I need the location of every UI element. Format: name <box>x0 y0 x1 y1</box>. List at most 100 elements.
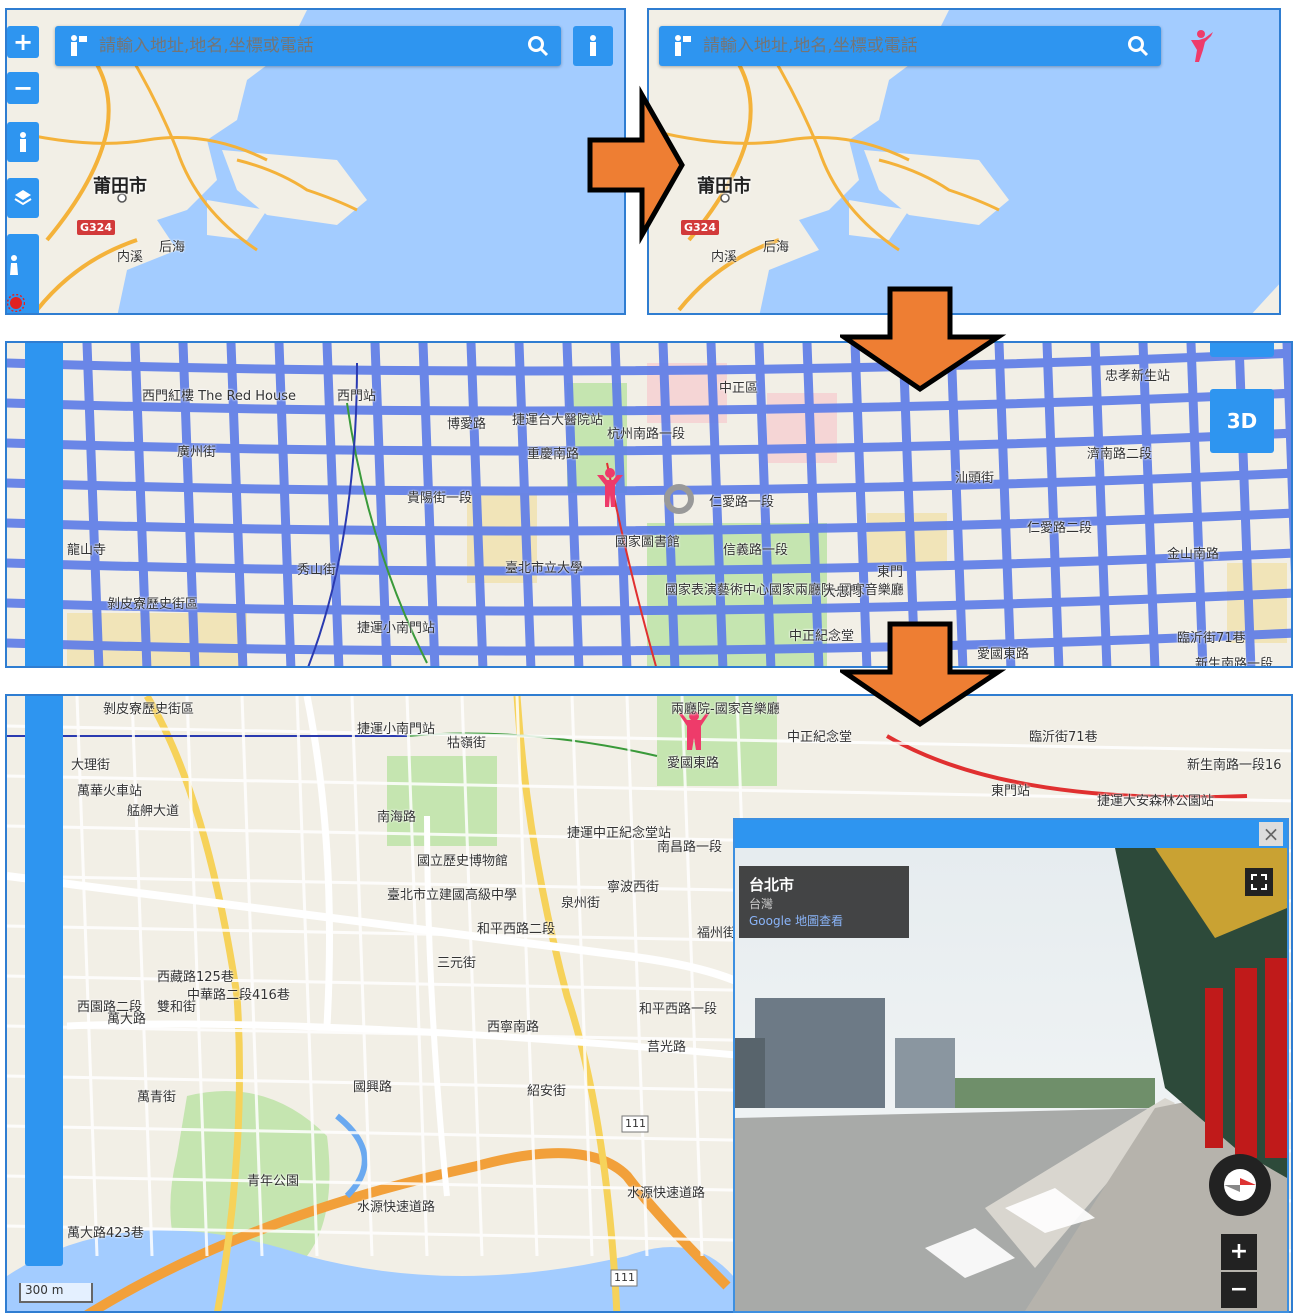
close-icon[interactable]: × <box>1259 822 1283 846</box>
street-map-label: 紹安街 <box>527 1084 567 1099</box>
layers-icon <box>14 190 32 206</box>
search-input[interactable] <box>91 35 527 57</box>
street-map-label: 濟南路二段 <box>1087 447 1153 462</box>
street-map-label: 大理街 <box>71 758 111 773</box>
street-map-label: 和平西路一段 <box>639 1002 718 1017</box>
walker-icon <box>10 254 18 275</box>
street-map-label: 東門 <box>877 565 904 580</box>
minus-icon: − <box>12 74 34 102</box>
street-map-label: 愛國東路 <box>667 756 720 771</box>
street-map-label: 信義路一段 <box>723 543 789 558</box>
street-map-label: 三元街 <box>437 956 477 971</box>
street-map-label: 國家表演藝術中心國家兩廳院-國家音樂廳 <box>665 583 904 598</box>
compass-icon <box>1224 1169 1256 1201</box>
street-map-label: 萬華火車站 <box>77 784 143 799</box>
pegman-dragging-icon[interactable] <box>1185 28 1215 68</box>
street-map-label: 杭州南路一段 <box>607 427 686 442</box>
place-label-b: 后海 <box>159 240 186 255</box>
street-map-label: 西園路二段 <box>77 1000 143 1015</box>
top-right-control[interactable] <box>1210 343 1274 357</box>
sv-zoom-out-button[interactable]: − <box>1221 1272 1257 1308</box>
place-label-b: 后海 <box>763 240 790 255</box>
street-map-label: 臨沂街71巷 <box>1177 631 1246 646</box>
search-icon[interactable] <box>527 35 549 57</box>
street-map-label: 國立歷史博物館 <box>417 854 509 869</box>
search-icon[interactable] <box>1127 35 1149 57</box>
compass-control[interactable] <box>1209 1154 1271 1216</box>
arrow-down-icon <box>840 621 1007 728</box>
toggle-3d-button[interactable]: 3D <box>1210 389 1274 453</box>
street-map-label: 臨沂街71巷 <box>1029 730 1098 745</box>
streetview-window[interactable]: × 台北市 台灣 Google 地圖查看 + − <box>733 818 1289 1313</box>
map-panel-1[interactable]: 莆田市 G324 内溪 后海 + − <box>5 8 626 315</box>
city-label: 莆田市 <box>697 176 751 197</box>
street-map-label: 剝皮寮歷史街區 <box>107 597 199 612</box>
fullscreen-button[interactable] <box>1245 868 1273 896</box>
pegman-icon <box>20 132 26 152</box>
streetview-titlebar[interactable]: × <box>735 820 1287 848</box>
map-panel-2[interactable]: 莆田市 G324 内溪 后海 <box>647 8 1281 315</box>
directions-icon <box>675 35 691 56</box>
arrow-right-icon <box>587 85 685 245</box>
pegman-icon <box>590 35 596 56</box>
street-map-label: 重慶南路 <box>527 447 580 462</box>
zoom-out-button[interactable]: − <box>7 72 39 104</box>
map-panel-3[interactable]: 3D 西門紅樓 The Red House 西門站 捷運台大醫院站 中正區 仁愛路一段仁… <box>5 341 1293 668</box>
streetview-button[interactable] <box>7 122 39 162</box>
street-map-label: 汕頭街 <box>955 471 995 486</box>
left-toolbar-strip[interactable] <box>25 696 63 1266</box>
highway-shield: G324 <box>77 220 115 235</box>
search-bar[interactable] <box>659 26 1161 66</box>
street-map-label: 國興路 <box>353 1080 393 1095</box>
street-map-label: 剝皮寮歷史街區 <box>103 702 195 717</box>
pegman-dock-button[interactable] <box>573 26 613 66</box>
street-map-label: 新生南路一段16 <box>1187 758 1282 773</box>
street-map-label: 貴陽街一段 <box>407 491 473 506</box>
street-map-label: 捷運小南門站 <box>357 621 436 636</box>
place-label-a: 内溪 <box>711 250 738 265</box>
street-map-label: 東門站 <box>991 784 1031 799</box>
scale-bar: 300 m <box>19 1283 93 1303</box>
city-label: 莆田市 <box>93 176 147 197</box>
left-toolbar-strip[interactable] <box>25 343 63 666</box>
street-map-label: 捷運大安森林公園站 <box>1097 794 1215 809</box>
place-label-a: 内溪 <box>117 250 144 265</box>
street-map-label: 萬青街 <box>137 1090 177 1105</box>
streetview-source-link[interactable]: Google 地圖查看 <box>749 912 899 929</box>
street-map-label: 青年公園 <box>247 1174 300 1189</box>
street-map-label: 牯嶺街 <box>447 736 487 751</box>
sv-zoom-in-button[interactable]: + <box>1221 1234 1257 1270</box>
route-111-label-a: 111 <box>625 1117 646 1130</box>
streetview-sublocation: 台灣 <box>749 897 774 911</box>
street-map-label: 寧波西街 <box>607 880 660 895</box>
street-map-label: 捷運台大醫院站 <box>512 413 604 428</box>
directions-icon <box>71 35 87 56</box>
street-map-label: 秀山街 <box>297 563 337 578</box>
street-map-label: 金山南路 <box>1167 547 1220 562</box>
search-bar[interactable] <box>55 26 561 66</box>
street-map-label: 水源快速道路 <box>357 1200 436 1215</box>
street-map-label: 西藏路125巷 <box>157 970 234 985</box>
zoom-in-button[interactable]: + <box>7 26 39 58</box>
streetview-location: 台北市 <box>749 876 795 894</box>
search-input[interactable] <box>695 35 1127 57</box>
street-map-label: 臺北市立建國高級中學 <box>387 888 518 903</box>
street-map-label: 兩廳院-國家音樂廳 <box>671 702 780 717</box>
street-map-label: 莒光路 <box>647 1040 687 1055</box>
route-111-label-b: 111 <box>614 1271 635 1284</box>
street-map-label: 南海路 <box>377 810 417 825</box>
street-map-label: 福州街 <box>697 926 737 941</box>
street-map-label: 龍山寺 <box>67 543 107 558</box>
plus-icon: + <box>12 28 34 56</box>
fullscreen-icon <box>1251 874 1267 890</box>
street-map-label: 臺北市立大學 <box>505 561 584 576</box>
street-map-label: 廣州街 <box>177 445 217 460</box>
person-tool-button[interactable] <box>7 234 39 313</box>
street-map-label: 雙和街 <box>157 1000 197 1015</box>
street-map-label: 水源快速道路 <box>627 1186 706 1201</box>
pegman-marker-icon[interactable] <box>595 467 625 511</box>
street-map-label: 泉州街 <box>561 896 601 911</box>
arrow-down-icon <box>840 286 1007 393</box>
layers-button[interactable] <box>7 178 39 218</box>
street-map-label: 博愛路 <box>447 417 487 432</box>
